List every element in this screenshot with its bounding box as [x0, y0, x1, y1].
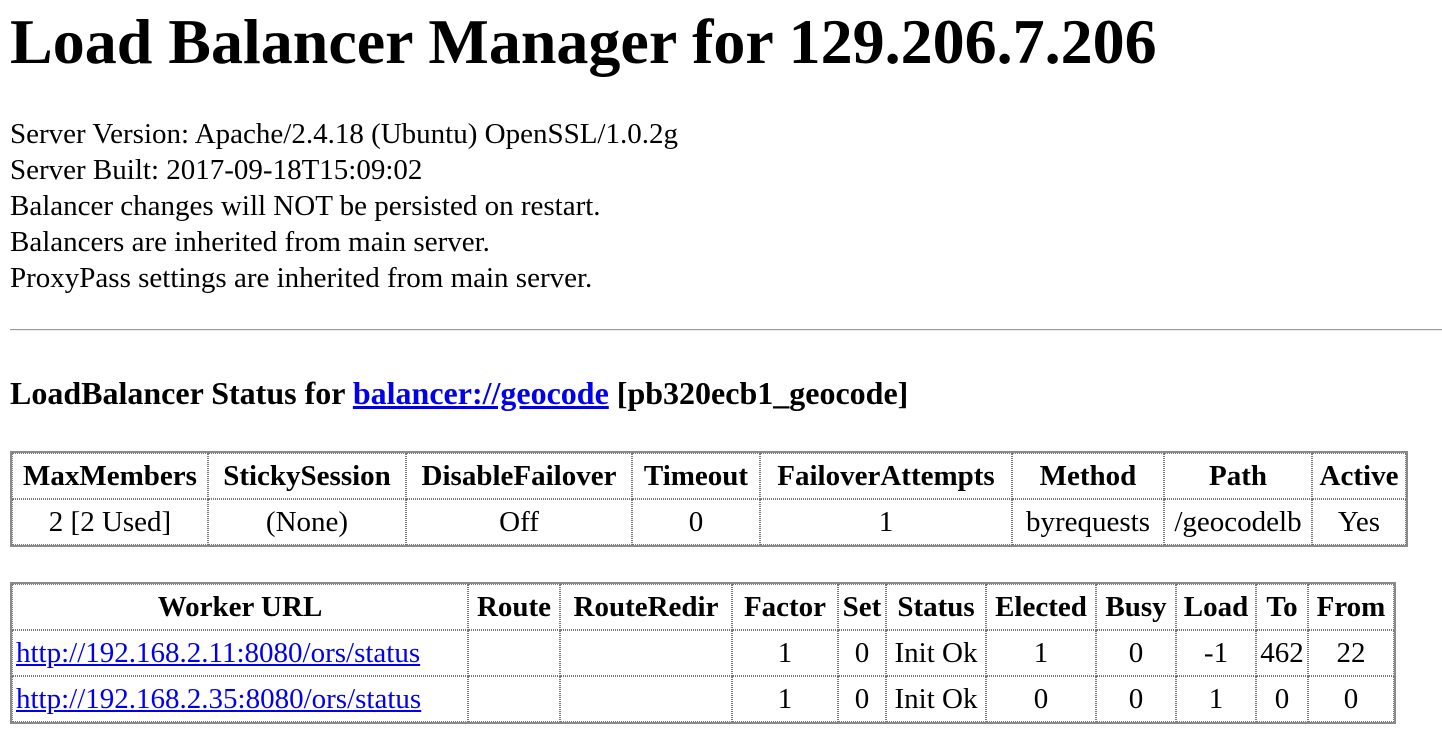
col-load: Load: [1176, 584, 1256, 630]
col-set: Set: [838, 584, 886, 630]
col-worker-url: Worker URL: [12, 584, 468, 630]
worker-table-header-row: Worker URL Route RouteRedir Factor Set S…: [12, 584, 1394, 630]
col-factor: Factor: [732, 584, 838, 630]
balancers-inherit-note: Balancers are inherited from main server…: [10, 226, 490, 258]
col-routeredir: RouteRedir: [560, 584, 732, 630]
server-info: Server Version: Apache/2.4.18 (Ubuntu) O…: [10, 116, 1442, 296]
cell-status: Init Ok: [886, 630, 986, 676]
cell-busy: 0: [1096, 630, 1176, 676]
col-stickysession: StickySession: [208, 453, 406, 499]
col-method: Method: [1012, 453, 1164, 499]
cell-timeout: 0: [632, 499, 760, 545]
server-version: Server Version: Apache/2.4.18 (Ubuntu) O…: [10, 118, 678, 150]
col-maxmembers: MaxMembers: [12, 453, 208, 499]
cell-elected: 0: [986, 676, 1096, 722]
worker-link[interactable]: http://192.168.2.35:8080/ors/status: [16, 683, 421, 715]
balancer-heading-suffix: [pb320ecb1_geocode]: [608, 375, 909, 411]
col-from: From: [1308, 584, 1394, 630]
cell-set: 0: [838, 676, 886, 722]
col-route: Route: [468, 584, 560, 630]
col-failoverattempts: FailoverAttempts: [760, 453, 1012, 499]
cell-from: 0: [1308, 676, 1394, 722]
cell-method: byrequests: [1012, 499, 1164, 545]
cell-maxmembers: 2 [2 Used]: [12, 499, 208, 545]
balancer-heading: LoadBalancer Status for balancer://geoco…: [10, 377, 1442, 409]
balancer-table-header-row: MaxMembers StickySession DisableFailover…: [12, 453, 1406, 499]
balancer-heading-prefix: LoadBalancer Status for: [10, 375, 353, 411]
col-timeout: Timeout: [632, 453, 760, 499]
cell-elected: 1: [986, 630, 1096, 676]
cell-path: /geocodelb: [1164, 499, 1312, 545]
server-built: Server Built: 2017-09-18T15:09:02: [10, 154, 423, 186]
col-elected: Elected: [986, 584, 1096, 630]
balancer-link[interactable]: balancer://geocode: [353, 375, 609, 411]
cell-to: 0: [1256, 676, 1308, 722]
divider: [10, 329, 1442, 331]
persistence-note: Balancer changes will NOT be persisted o…: [10, 190, 601, 222]
page-title: Load Balancer Manager for 129.206.7.206: [10, 6, 1157, 77]
cell-disablefailover: Off: [406, 499, 632, 545]
table-row: http://192.168.2.11:8080/ors/status 1 0 …: [12, 630, 1394, 676]
page-content: Load Balancer Manager for 129.206.7.206 …: [0, 10, 1442, 724]
cell-stickysession: (None): [208, 499, 406, 545]
col-path: Path: [1164, 453, 1312, 499]
col-disablefailover: DisableFailover: [406, 453, 632, 499]
worker-table: Worker URL Route RouteRedir Factor Set S…: [10, 582, 1396, 724]
cell-route: [468, 630, 560, 676]
col-to: To: [1256, 584, 1308, 630]
table-row: http://192.168.2.35:8080/ors/status 1 0 …: [12, 676, 1394, 722]
cell-from: 22: [1308, 630, 1394, 676]
cell-factor: 1: [732, 630, 838, 676]
proxypass-inherit-note: ProxyPass settings are inherited from ma…: [10, 262, 593, 294]
cell-load: 1: [1176, 676, 1256, 722]
cell-active: Yes: [1312, 499, 1406, 545]
table-row: 2 [2 Used] (None) Off 0 1 byrequests /ge…: [12, 499, 1406, 545]
col-active: Active: [1312, 453, 1406, 499]
cell-status: Init Ok: [886, 676, 986, 722]
cell-worker-url: http://192.168.2.11:8080/ors/status: [12, 630, 468, 676]
cell-set: 0: [838, 630, 886, 676]
cell-to: 462: [1256, 630, 1308, 676]
cell-route: [468, 676, 560, 722]
col-status: Status: [886, 584, 986, 630]
cell-load: -1: [1176, 630, 1256, 676]
worker-link[interactable]: http://192.168.2.11:8080/ors/status: [16, 637, 420, 669]
cell-factor: 1: [732, 676, 838, 722]
cell-failoverattempts: 1: [760, 499, 1012, 545]
cell-busy: 0: [1096, 676, 1176, 722]
cell-worker-url: http://192.168.2.35:8080/ors/status: [12, 676, 468, 722]
balancer-table: MaxMembers StickySession DisableFailover…: [10, 451, 1408, 547]
cell-routeredir: [560, 630, 732, 676]
cell-routeredir: [560, 676, 732, 722]
col-busy: Busy: [1096, 584, 1176, 630]
